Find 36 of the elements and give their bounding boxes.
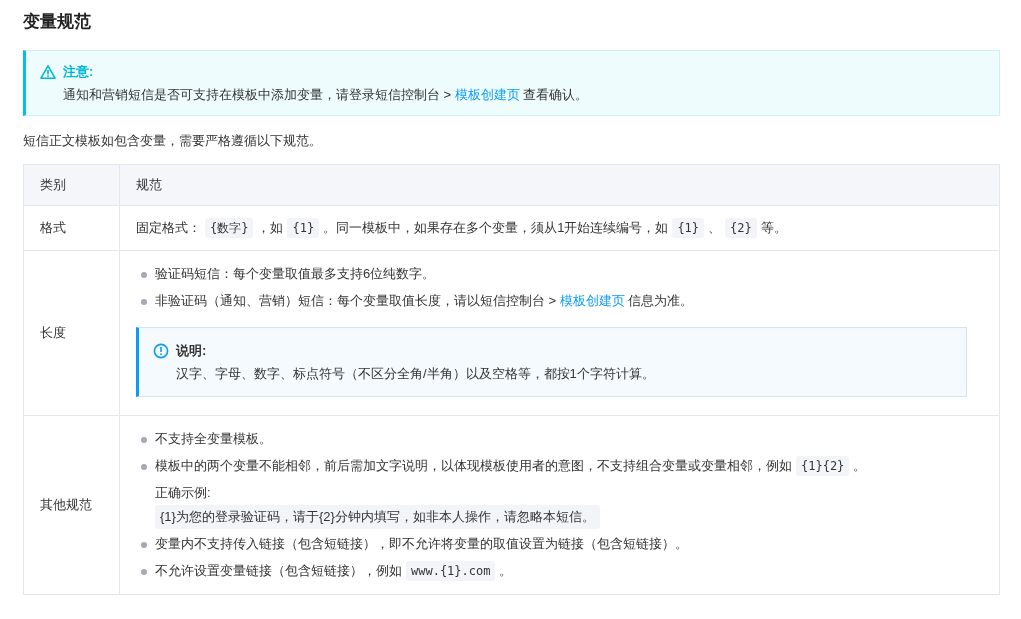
bullet-text: 变量内不支持传入链接（包含短链接），即不允许将变量的取值设置为链接（包含短链接）。 [155,535,688,553]
example-label: 正确示例: [155,484,211,502]
example-code: {1}为您的登录验证码，请于{2}分钟内填写，如非本人操作，请忽略本短信。 [155,505,600,529]
code-snippet: {数字} [205,218,254,238]
link[interactable]: 模板创建页 [454,87,520,102]
bullet-dot [141,272,147,278]
bullet-text: 非验证码（通知、营销）短信：每个变量取值长度，请以短信控制台 > 模板创建页 信息为准。 [155,292,694,310]
code-snippet: {1} [672,218,705,238]
column-header: 规范 [119,164,1000,206]
bullet-dot [141,437,147,443]
bullet-dot [141,464,147,470]
bullet-text: 验证码短信：每个变量取值最多支持6位纯数字。 [155,265,436,283]
bullet-text: 不支持全变量模板。 [155,430,272,448]
bullet-text: 模板中的两个变量不能相邻，前后需加文字说明，以体现模板使用者的意图，不支持组合变量或变量相邻，例如 {1}{2} 。 [155,454,867,478]
note-text: 汉字、字母、数字、标点符号（不区分全角/半角）以及空格等，都按1个字符计算。 [176,365,656,383]
warning-icon [40,64,56,80]
notice-text: 通知和营销短信是否可支持在模板中添加变量，请登录短信控制台 > 模板创建页 查看确认。 [63,86,590,104]
code-snippet: {1}{2} [796,456,850,476]
bullet-text: 不允许设置变量链接（包含短链接），例如 www.{1}.com 。 [155,559,513,583]
info-icon [153,343,169,359]
category-cell: 其他规范 [23,415,120,595]
column-header: 类别 [23,164,120,206]
bullet-dot [141,299,147,305]
code-snippet: {2} [725,218,757,238]
link[interactable]: 模板创建页 [559,293,625,308]
intro-text: 短信正文模板如包含变量，需要严格遵循以下规范。 [23,132,323,150]
code-snippet: www.{1}.com [406,561,496,581]
code-snippet: {1} [287,218,320,238]
category-cell: 格式 [23,205,120,251]
rule-text: 固定格式： {数字} ，如 {1} 。同一模板中，如果存在多个变量，须从1开始连续编号，如 {1} 、 {2} 等。 [136,216,983,240]
bullet-dot [141,569,147,575]
bullet-dot [141,542,147,548]
note-heading: 说明: [176,342,207,360]
category-cell: 长度 [23,250,120,416]
notice-heading: 注意: [63,63,94,81]
page-title: 变量规范 [23,11,92,33]
